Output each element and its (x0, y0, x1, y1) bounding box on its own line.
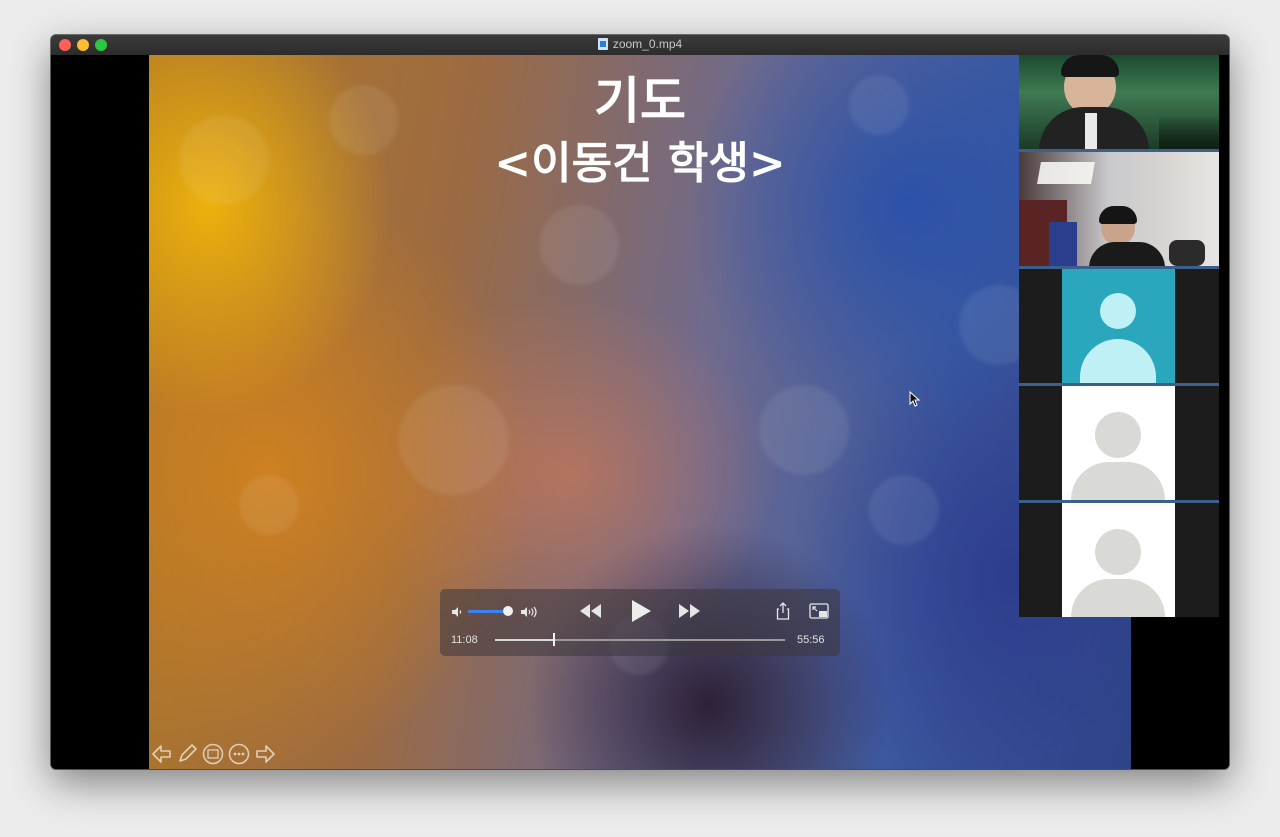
more-icon[interactable] (228, 743, 250, 765)
participant-avatar-4[interactable] (1019, 386, 1219, 503)
picture-in-picture-icon[interactable] (809, 603, 829, 622)
share-icon[interactable] (776, 602, 790, 623)
volume-slider[interactable] (468, 606, 513, 616)
window-title-area: zoom_0.mp4 (51, 37, 1229, 51)
slide-title: 기도 (594, 72, 686, 130)
elapsed-time: 11:08 (451, 634, 478, 646)
speaker-low-icon[interactable] (450, 605, 464, 622)
presentation-slide: 기도 <이동건 학생> (149, 55, 1131, 769)
video-file-icon (597, 38, 608, 50)
participant-avatar-5[interactable] (1019, 503, 1219, 617)
participant-video-1[interactable] (1019, 55, 1219, 152)
slide-subtitle: <이동건 학생> (494, 138, 786, 189)
avatar (1062, 386, 1175, 500)
participant-video-2[interactable] (1019, 152, 1219, 269)
play-icon[interactable] (630, 599, 652, 626)
volume-knob[interactable] (502, 606, 513, 616)
speaker-high-icon[interactable] (519, 605, 539, 622)
progress-scrubber[interactable] (495, 633, 785, 646)
participant-avatar-3[interactable] (1019, 269, 1219, 386)
rewind-icon[interactable] (578, 602, 602, 623)
video-area[interactable]: 기도 <이동건 학생> 11:08 55:56 (51, 55, 1229, 769)
mouse-cursor-icon (909, 390, 921, 411)
playback-controls: 11:08 55:56 (440, 589, 840, 656)
remaining-time: 55:56 (797, 634, 825, 646)
arrow-left-icon[interactable] (151, 743, 173, 765)
scrubber-playhead[interactable] (553, 633, 555, 646)
arrow-right-icon[interactable] (254, 743, 276, 765)
window-title: zoom_0.mp4 (612, 37, 683, 51)
title-bar[interactable]: zoom_0.mp4 (51, 35, 1229, 56)
player-window: zoom_0.mp4 기도 <이동건 학생> 11:08 55:56 (51, 35, 1229, 769)
fast-forward-icon[interactable] (678, 602, 702, 623)
slides-icon[interactable] (202, 743, 224, 765)
avatar (1062, 503, 1175, 617)
avatar (1062, 269, 1175, 383)
pen-icon[interactable] (176, 743, 198, 765)
